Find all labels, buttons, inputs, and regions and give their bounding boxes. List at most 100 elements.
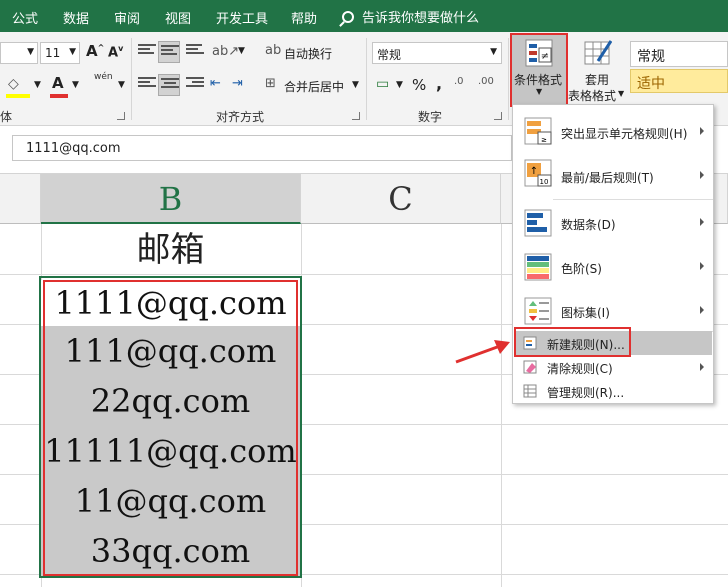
increase-decimal-icon[interactable]: .0 [454,76,464,87]
annotation-arrow [455,340,510,364]
menu-clear-rules-label: 清除规则(C) [547,362,613,376]
highlight-cells-icon: ≥ [524,117,552,145]
wrap-text-button[interactable]: 自动换行 [284,45,332,62]
format-as-table-button[interactable]: 套用 表格格式 ▼ [568,35,626,105]
decrease-decimal-icon[interactable]: .00 [478,76,494,87]
menu-data[interactable]: 数据 [63,8,89,27]
menu-highlight-cells-rules[interactable]: ≥ 突出显示单元格规则(H) [514,111,712,151]
icon-sets-icon [524,297,552,325]
align-center-icon [161,78,179,92]
menu-color-scales-label: 色阶(S) [561,262,602,276]
chevron-down-icon[interactable]: ▼ [72,80,79,90]
column-line [501,224,502,587]
tell-me-text: 告诉我你想要做什么 [362,11,480,26]
top-bottom-icon-number: 10 [540,178,549,186]
menu-review[interactable]: 审阅 [114,8,140,27]
eraser-icon [523,360,537,374]
style-normal[interactable]: 常规 [630,41,728,67]
font-size-value: 11 [45,46,61,60]
wrap-text-icon: ab [265,43,282,58]
format-table-label-2: 表格格式 [568,89,617,103]
column-header-a[interactable] [0,174,41,224]
chevron-down-icon[interactable]: ▼ [396,80,403,90]
formula-input[interactable]: 1111@qq.com [12,135,512,161]
chevron-down-icon[interactable]: ▼ [238,46,245,56]
align-top-icon[interactable] [138,44,156,58]
chevron-down-icon[interactable]: ▼ [34,80,41,90]
manage-rules-icon [523,384,537,398]
font-group-label: 体 [0,110,13,124]
cell-b-header[interactable]: 邮箱 [41,226,300,274]
chevron-down-icon[interactable]: ▼ [118,80,125,90]
increase-indent-icon[interactable]: ⇥ [232,76,243,91]
chevron-down-icon: ▼ [27,47,34,57]
menu-clear-rules[interactable]: 清除规则(C) [514,355,712,379]
font-color-icon[interactable]: A [52,74,64,92]
svg-text:↑: ↑ [530,166,538,177]
menu-formulas[interactable]: 公式 [12,8,38,27]
menu-view[interactable]: 视图 [165,8,191,27]
formula-content: 1111@qq.com [26,141,121,156]
align-left-icon[interactable] [138,77,156,91]
menu-manage-rules[interactable]: 管理规则(R)... [514,379,712,403]
menu-developer[interactable]: 开发工具 [216,8,268,27]
chevron-down-icon: ▼ [69,47,76,57]
number-format-dropdown[interactable]: 常规 ▼ [372,42,502,64]
number-format-value: 常规 [377,48,402,62]
currency-icon[interactable]: ▭ [376,76,389,92]
decrease-font-icon[interactable]: Av [108,44,123,60]
column-header-b[interactable]: B [41,174,301,224]
decrease-indent-icon[interactable]: ⇤ [210,76,221,91]
chevron-right-icon [700,363,704,371]
menu-top-bottom-rules[interactable]: ↑ 10 最前/最后规则(T) [514,153,712,193]
align-center-button[interactable] [158,74,180,96]
chevron-right-icon [700,262,704,270]
chevron-right-icon [700,127,704,135]
phonetic-guide-label[interactable]: wén [94,72,113,82]
chevron-down-icon: ▼ [618,89,625,98]
font-dialog-launcher[interactable] [117,112,125,120]
format-table-label-1: 套用 [585,73,610,87]
fill-color-icon[interactable]: ◇ [8,76,19,92]
merge-center-icon: ⊞ [265,76,276,91]
menu-manage-rules-label: 管理规则(R)... [547,386,625,400]
chevron-down-icon: ▼ [490,47,497,57]
menu-bar: 公式 数据 审阅 视图 开发工具 帮助 告诉我你想要做什么 [0,0,728,32]
style-normal-label: 常规 [637,49,665,65]
selection-highlight [43,280,298,576]
color-scales-icon [524,253,552,281]
top-bottom-icon: ↑ 10 [524,159,552,187]
fill-color-swatch [6,94,30,98]
chevron-right-icon [700,218,704,226]
menu-divider [553,199,713,200]
align-right-icon[interactable] [186,77,204,91]
orientation-icon[interactable]: ab↗ [212,44,239,59]
alignment-dialog-launcher[interactable] [352,112,360,120]
menu-color-scales[interactable]: 色阶(S) [514,247,712,287]
merge-center-button[interactable]: 合并后居中 [284,78,344,95]
align-bottom-icon[interactable] [186,44,204,58]
group-separator [366,38,367,120]
tell-me-search[interactable]: 告诉我你想要做什么 [342,7,479,26]
group-separator [508,38,509,120]
column-header-c[interactable]: C [301,174,501,224]
percent-button[interactable]: % [412,76,426,94]
excel-window: 公式 数据 审阅 视图 开发工具 帮助 告诉我你想要做什么 ▼ 11 ▼ A^ … [0,0,728,587]
style-neutral-label: 适中 [637,76,665,92]
chevron-down-icon[interactable]: ▼ [352,80,359,90]
menu-data-bars-label: 数据条(D) [561,218,616,232]
menu-help[interactable]: 帮助 [291,8,317,27]
alignment-group-label: 对齐方式 [216,110,265,124]
chevron-right-icon [700,171,704,179]
style-neutral[interactable]: 适中 [630,69,728,93]
menu-icon-sets[interactable]: 图标集(I) [514,291,712,331]
number-group-label: 数字 [418,110,443,124]
comma-button[interactable]: , [436,74,442,93]
number-dialog-launcher[interactable] [494,112,502,120]
increase-font-icon[interactable]: A^ [86,42,104,60]
menu-data-bars[interactable]: 数据条(D) [514,203,712,243]
font-size-dropdown[interactable]: 11 ▼ [40,42,80,64]
font-name-dropdown[interactable]: ▼ [0,42,38,64]
align-middle-button[interactable] [158,41,180,63]
chevron-right-icon [700,306,704,314]
